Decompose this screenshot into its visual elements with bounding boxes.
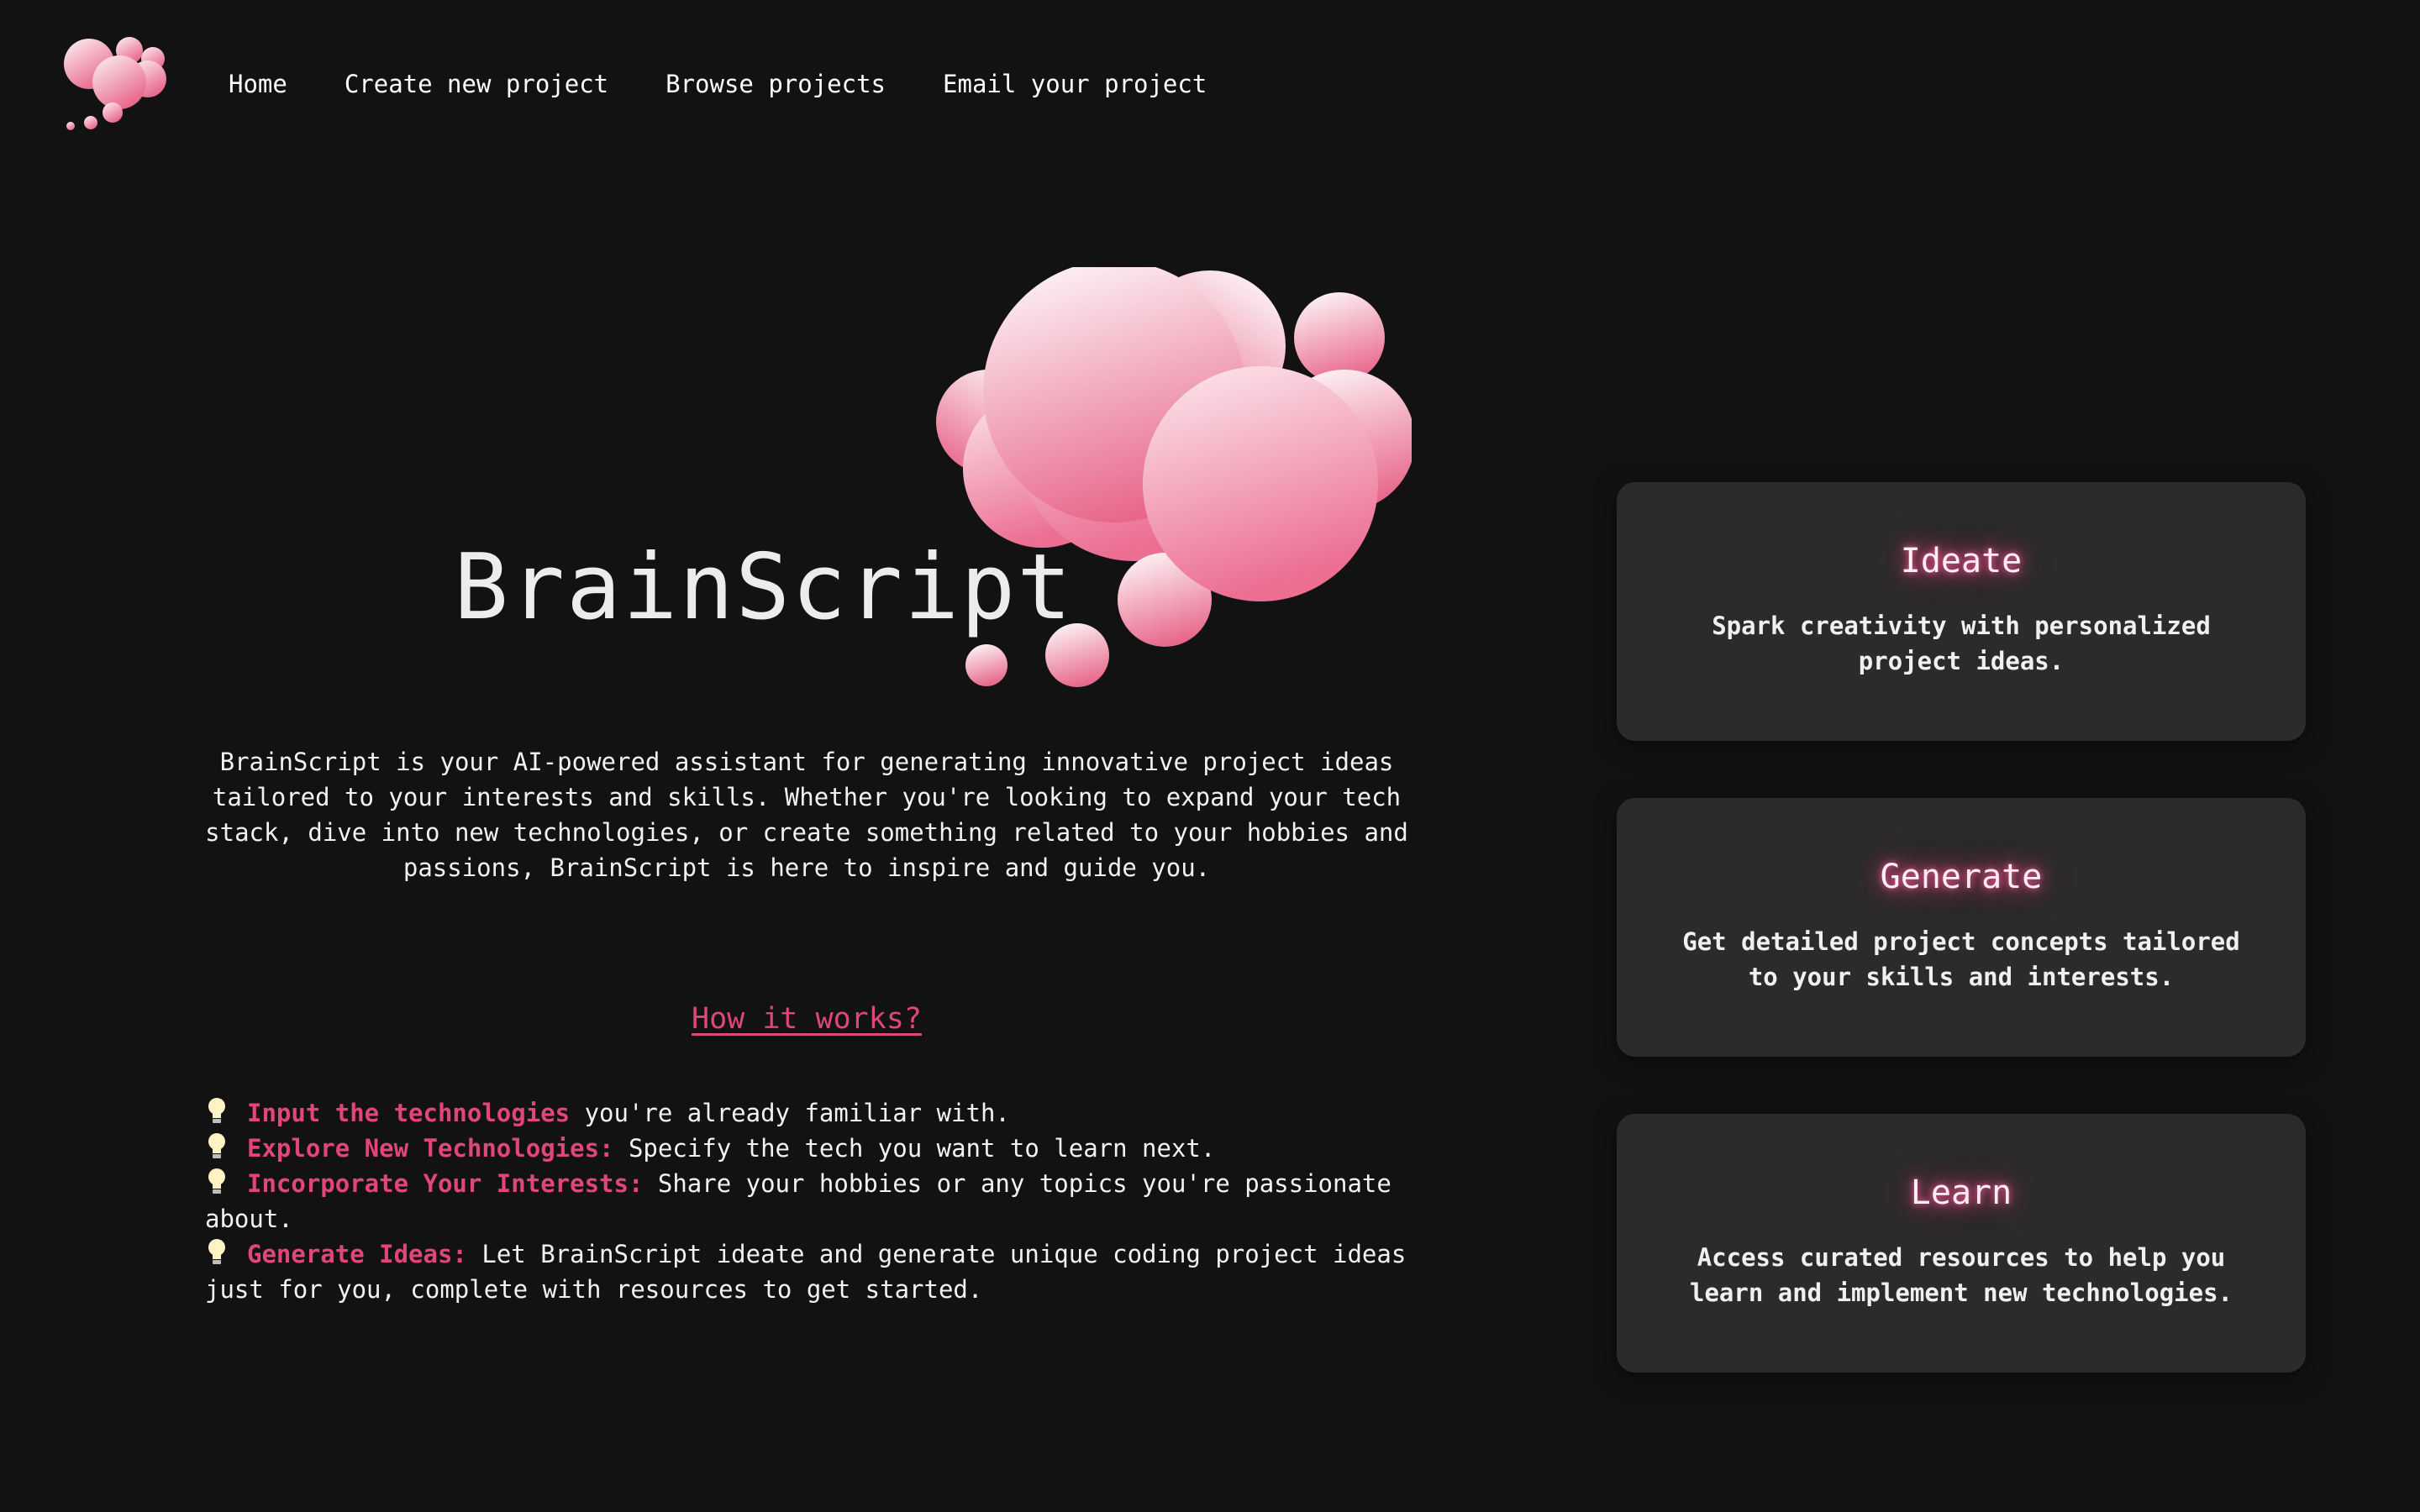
- card-title: Generate: [1880, 858, 2043, 896]
- nav-links: Home Create new project Browse projects …: [229, 67, 1207, 101]
- step-text: you're already familiar with.: [570, 1099, 1010, 1127]
- step-item: Explore New Technologies: Specify the te…: [205, 1131, 1415, 1166]
- card-title: Learn: [1910, 1173, 2012, 1212]
- lightbulb-icon: [205, 1166, 234, 1201]
- lightbulb-icon: [205, 1131, 234, 1166]
- step-label: Input the technologies: [247, 1099, 571, 1127]
- how-it-works-steps: Input the technologies you're already fa…: [205, 1095, 1415, 1307]
- hero-title: BrainScript: [454, 535, 1074, 640]
- hero-description: BrainScript is your AI-powered assistant…: [205, 748, 1408, 882]
- nav-link-create-new-project[interactable]: Create new project: [345, 67, 608, 101]
- step-item: Generate Ideas: Let BrainScript ideate a…: [205, 1236, 1415, 1307]
- card-title: Ideate: [1900, 542, 2023, 580]
- card-description: Access curated resources to help you lea…: [1689, 1243, 2233, 1307]
- step-label: Incorporate Your Interests:: [247, 1169, 644, 1198]
- lightbulb-icon: [205, 1236, 234, 1272]
- feature-card-generate: Generate Get detailed project concepts t…: [1617, 798, 2306, 1057]
- step-label: Explore New Technologies:: [247, 1134, 614, 1163]
- card-description: Spark creativity with personalized proje…: [1712, 612, 2211, 675]
- step-item: Incorporate Your Interests: Share your h…: [205, 1166, 1415, 1236]
- nav-link-email-your-project[interactable]: Email your project: [943, 67, 1207, 101]
- step-label: Generate Ideas:: [247, 1240, 467, 1268]
- lightbulb-icon: [205, 1095, 234, 1131]
- top-navigation: Home Create new project Browse projects …: [0, 0, 2420, 168]
- feature-card-ideate: Ideate Spark creativity with personalize…: [1617, 482, 2306, 741]
- nav-link-home[interactable]: Home: [229, 67, 287, 101]
- step-text: Specify the tech you want to learn next.: [613, 1134, 1216, 1163]
- feature-card-learn: Learn Access curated resources to help y…: [1617, 1114, 2306, 1373]
- card-description: Get detailed project concepts tailored t…: [1682, 927, 2240, 991]
- how-it-works-link[interactable]: How it works?: [202, 1000, 1412, 1038]
- step-item: Input the technologies you're already fa…: [205, 1095, 1415, 1131]
- brain-cloud-logo-icon[interactable]: [60, 32, 178, 136]
- nav-link-browse-projects[interactable]: Browse projects: [666, 67, 886, 101]
